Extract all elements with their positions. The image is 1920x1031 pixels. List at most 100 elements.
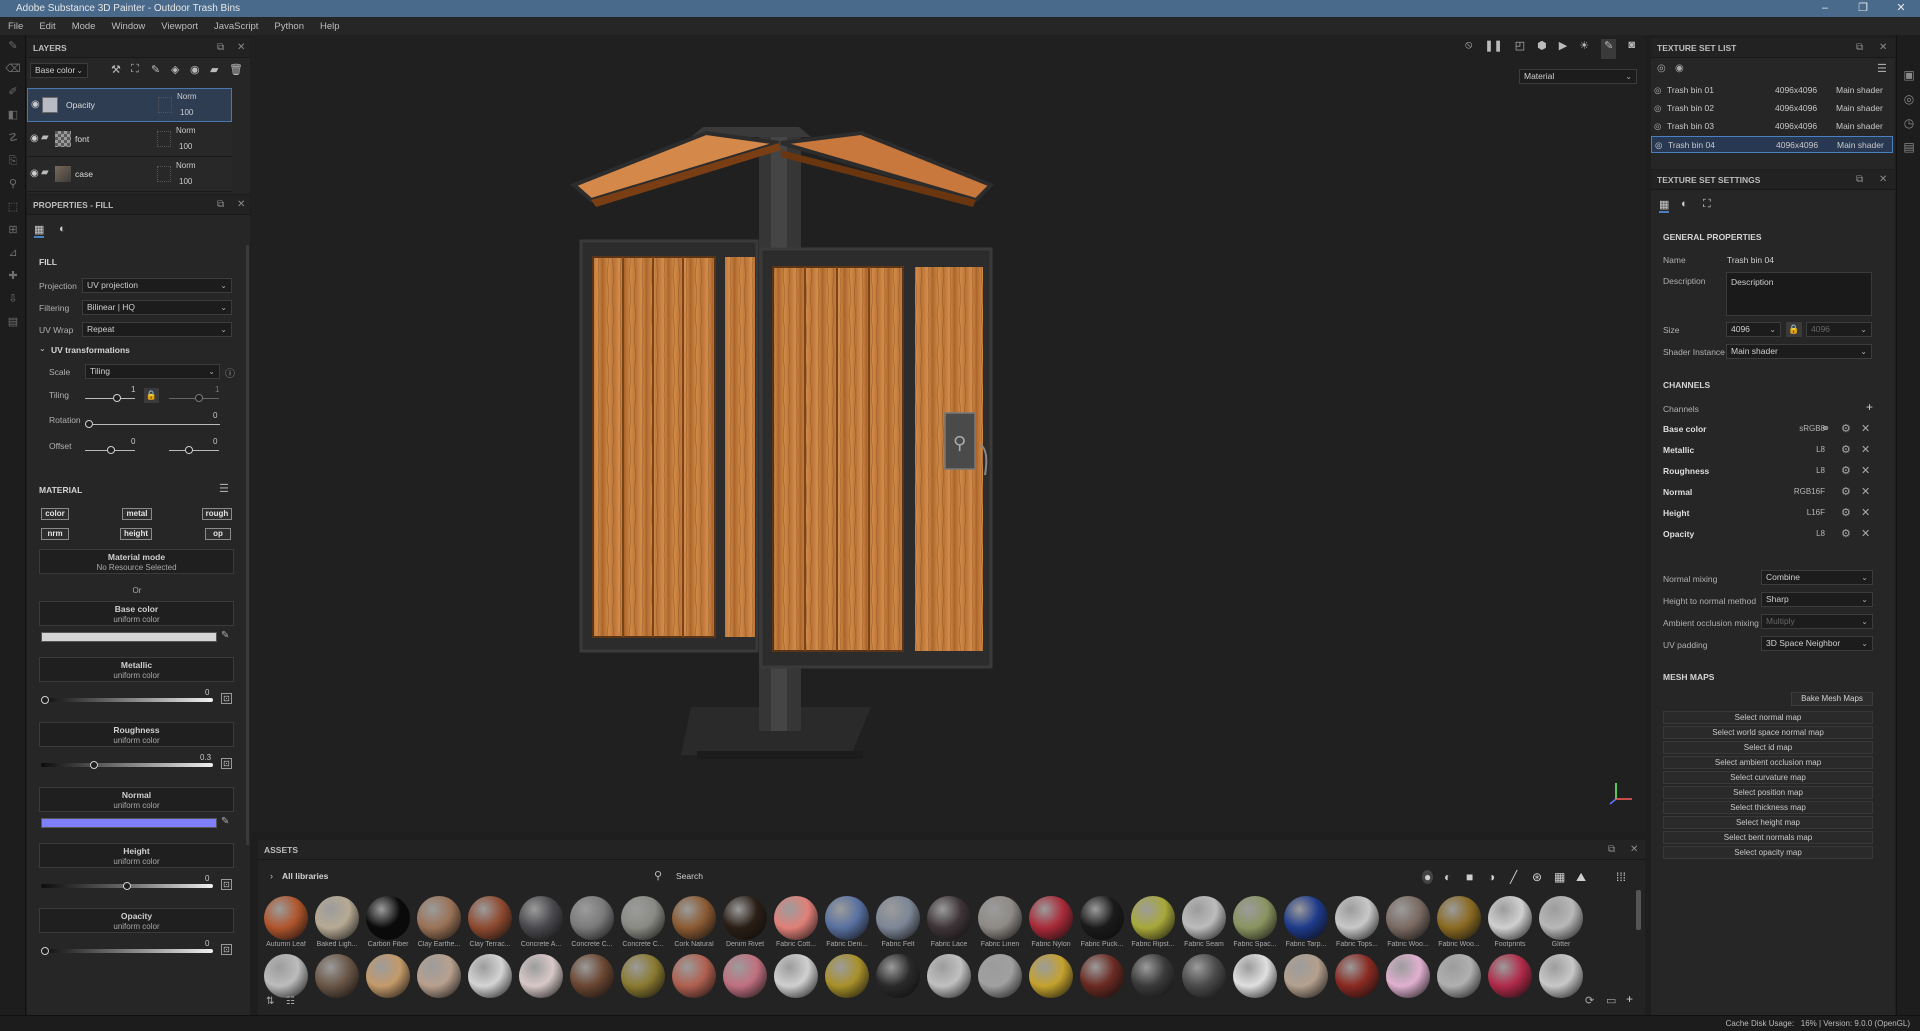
particle-filter-icon[interactable]: ⊛ bbox=[1532, 870, 1542, 884]
mask-filter-icon[interactable]: ■ bbox=[1466, 870, 1473, 884]
slider-knob[interactable] bbox=[90, 761, 99, 769]
eye-icon[interactable]: ◎ bbox=[1657, 63, 1666, 74]
height-to-normal-dropdown[interactable]: Sharp ⌄ bbox=[1761, 592, 1873, 607]
generator-filter-icon[interactable]: ◑ bbox=[1488, 870, 1495, 884]
channel-settings-icon[interactable]: ⚙ bbox=[1841, 464, 1851, 477]
chip-height[interactable]: height bbox=[120, 528, 152, 540]
asset-scrollbar[interactable] bbox=[1636, 890, 1641, 930]
normal-color-swatch[interactable] bbox=[41, 818, 217, 828]
material-preview[interactable] bbox=[264, 954, 308, 998]
layer-row-case[interactable]: ◉ ▰ case Norm 100 bbox=[27, 158, 232, 192]
layer-channel-dropdown[interactable]: Base color ⌄ bbox=[30, 63, 88, 78]
material-preview[interactable] bbox=[927, 896, 971, 940]
material-filter-icon[interactable]: ● bbox=[1422, 870, 1434, 884]
description-textarea[interactable]: Description bbox=[1726, 272, 1872, 316]
texture-set-row[interactable]: ◎ Trash bin 01 4096x4096 Main shader bbox=[1651, 82, 1893, 99]
menu-window[interactable]: Window bbox=[111, 21, 145, 32]
layer-opacity[interactable]: 100 bbox=[179, 177, 192, 186]
mesh-map-slot[interactable]: Select position map bbox=[1663, 786, 1873, 799]
material-tab-icon[interactable]: ◐ bbox=[1681, 198, 1688, 210]
bake-icon[interactable]: ⊞ bbox=[0, 219, 26, 242]
normal-mixing-dropdown[interactable]: Combine ⌄ bbox=[1761, 570, 1873, 585]
fill-tab-icon[interactable]: ▦ bbox=[34, 223, 45, 238]
collapse-arrow-icon[interactable]: ⌄ bbox=[39, 344, 46, 353]
color-picker-icon[interactable]: ⚲ bbox=[0, 173, 26, 196]
material-preview[interactable] bbox=[1335, 954, 1379, 998]
material-preview[interactable] bbox=[1284, 954, 1328, 998]
randomize-icon[interactable]: ⊡ bbox=[221, 879, 232, 890]
uv-transformations-label[interactable]: UV transformations bbox=[51, 345, 130, 355]
uv-tab-icon[interactable]: ⛶ bbox=[1703, 198, 1711, 211]
smudge-icon[interactable]: ☡ bbox=[0, 127, 26, 150]
material-preview[interactable] bbox=[1080, 896, 1124, 940]
material-preview[interactable] bbox=[1539, 896, 1583, 940]
opacity-slider[interactable] bbox=[41, 949, 213, 953]
blend-mode[interactable]: Norm bbox=[177, 92, 197, 101]
material-preview[interactable] bbox=[672, 954, 716, 998]
mesh-map-slot[interactable]: Select opacity map bbox=[1663, 846, 1873, 859]
material-preview[interactable] bbox=[1131, 896, 1175, 940]
eye-icon[interactable]: ◎ bbox=[1654, 85, 1661, 96]
material-preview[interactable] bbox=[417, 896, 461, 940]
material-preview[interactable] bbox=[621, 896, 665, 940]
material-preview[interactable] bbox=[519, 954, 563, 998]
roughness-slider[interactable] bbox=[41, 763, 213, 767]
material-preview[interactable] bbox=[1182, 896, 1226, 940]
material-preview[interactable] bbox=[1182, 954, 1226, 998]
material-preview[interactable] bbox=[876, 896, 920, 940]
add-mask-icon[interactable]: ⛶ bbox=[131, 63, 139, 76]
opacity-box[interactable]: Opacity uniform color bbox=[39, 908, 234, 933]
material-preview[interactable] bbox=[1386, 896, 1430, 940]
menu-help[interactable]: Help bbox=[320, 21, 340, 32]
add-paint-layer-icon[interactable]: ✎ bbox=[151, 63, 160, 76]
material-preview[interactable] bbox=[1335, 896, 1379, 940]
remove-channel-icon[interactable]: ✕ bbox=[1861, 527, 1870, 540]
tiling-u-slider[interactable] bbox=[85, 398, 135, 399]
library-label[interactable]: All libraries bbox=[282, 871, 328, 881]
eye-icon[interactable]: ◉ bbox=[30, 168, 39, 179]
material-preview[interactable] bbox=[1029, 896, 1073, 940]
channel-row-normal[interactable]: Normal RGB16F ⚙ ✕ bbox=[1663, 483, 1873, 503]
randomize-icon[interactable]: ⊡ bbox=[221, 944, 232, 955]
chip-nrm[interactable]: nrm bbox=[41, 528, 69, 540]
texture-set-row-selected[interactable]: ◎ Trash bin 04 4096x4096 Main shader bbox=[1651, 136, 1893, 153]
mesh-map-slot[interactable]: Select normal map bbox=[1663, 711, 1873, 724]
material-preview[interactable] bbox=[774, 896, 818, 940]
menu-python[interactable]: Python bbox=[274, 21, 304, 32]
channel-row-metallic[interactable]: Metallic L8 ⚙ ✕ bbox=[1663, 441, 1873, 461]
material-tab-icon[interactable]: ◐ bbox=[59, 223, 66, 235]
metallic-box[interactable]: Metallic uniform color bbox=[39, 657, 234, 682]
material-preview[interactable] bbox=[672, 896, 716, 940]
material-preview[interactable] bbox=[825, 954, 869, 998]
channel-settings-icon[interactable]: ⚙ bbox=[1841, 422, 1851, 435]
material-preview[interactable] bbox=[723, 954, 767, 998]
menu-file[interactable]: File bbox=[8, 21, 23, 32]
smart-material-filter-icon[interactable]: ◐ bbox=[1444, 870, 1451, 884]
mesh-map-slot[interactable]: Select ambient occlusion map bbox=[1663, 756, 1873, 769]
panel-scrollbar[interactable] bbox=[246, 245, 249, 845]
material-preview[interactable] bbox=[1233, 896, 1277, 940]
texture-set-row[interactable]: ◎ Trash bin 02 4096x4096 Main shader bbox=[1651, 100, 1893, 117]
maximize-button[interactable]: ❐ bbox=[1844, 0, 1882, 17]
lock-icon[interactable]: 🔒 bbox=[144, 388, 159, 403]
metallic-slider[interactable] bbox=[41, 698, 213, 702]
undock-icon[interactable]: ⧉ bbox=[217, 195, 224, 215]
slider-knob[interactable] bbox=[113, 394, 121, 402]
layer-opacity[interactable]: 100 bbox=[179, 142, 192, 151]
material-preview[interactable] bbox=[978, 954, 1022, 998]
mesh-map-slot[interactable]: Select height map bbox=[1663, 816, 1873, 829]
scale-dropdown[interactable]: Tiling ⌄ bbox=[85, 364, 220, 379]
clone-icon[interactable]: ⎘ bbox=[0, 150, 26, 173]
projection-icon[interactable]: ✐ bbox=[0, 81, 26, 104]
brush-filter-icon[interactable]: ╱ bbox=[1510, 870, 1517, 884]
channel-row-opacity[interactable]: Opacity L8 ⚙ ✕ bbox=[1663, 525, 1873, 545]
material-preview[interactable] bbox=[519, 896, 563, 940]
rotation-slider[interactable] bbox=[85, 424, 220, 425]
material-preview[interactable] bbox=[366, 896, 410, 940]
texture-set-name[interactable]: Trash bin 04 bbox=[1727, 255, 1774, 265]
lock-icon[interactable]: 🔒 bbox=[1786, 322, 1802, 337]
material-preview[interactable] bbox=[570, 896, 614, 940]
channel-settings-icon[interactable]: ⚙ bbox=[1841, 506, 1851, 519]
list-menu-icon[interactable]: ☰ bbox=[1877, 62, 1887, 75]
randomize-icon[interactable]: ⊡ bbox=[221, 758, 232, 769]
